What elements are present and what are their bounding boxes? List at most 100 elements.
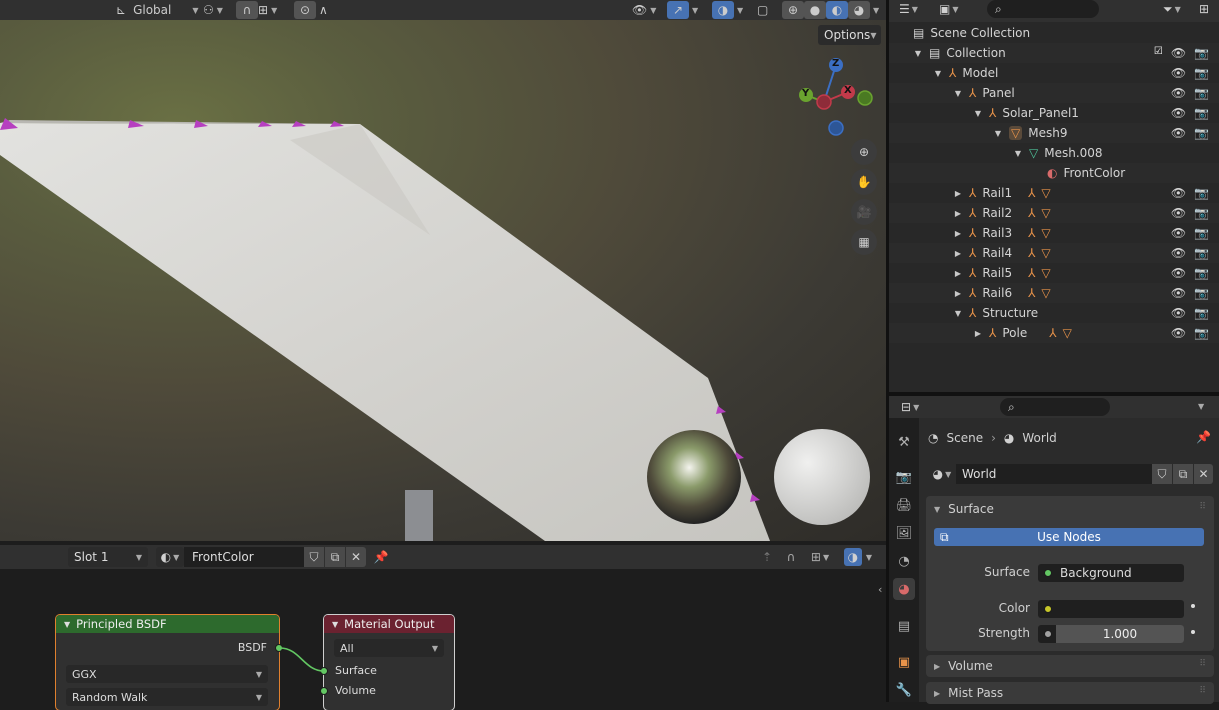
expand-triangle-icon[interactable]: ▶ xyxy=(953,249,963,258)
outliner-row-rail5[interactable]: ▶ ⅄ Rail5 ⅄ ▽ 👁 📷 xyxy=(889,263,1219,283)
outliner-row-rail2[interactable]: ▶ ⅄ Rail2 ⅄ ▽ 👁 📷 xyxy=(889,203,1219,223)
checkbox-icon[interactable]: ☑ xyxy=(1154,46,1163,60)
surface-shader-dropdown[interactable]: Background xyxy=(1038,564,1184,582)
camera-render-icon[interactable]: 📷 xyxy=(1194,306,1209,320)
distribution-dropdown[interactable]: GGX ▼ xyxy=(66,665,268,683)
expand-triangle-icon[interactable]: ▶ xyxy=(953,229,963,238)
material-slot-dropdown[interactable]: Slot 1 ▼ xyxy=(68,547,148,567)
volume-panel-header[interactable]: ▶ Volume xyxy=(934,657,993,675)
expand-triangle-icon[interactable]: ▶ xyxy=(953,289,963,298)
keyframe-dot-icon[interactable] xyxy=(1191,604,1195,608)
expand-triangle-icon[interactable]: ▼ xyxy=(933,69,943,78)
camera-render-icon[interactable]: 📷 xyxy=(1194,286,1209,300)
expand-triangle-icon[interactable]: ▼ xyxy=(1013,149,1023,158)
volume-panel[interactable]: ▶ Volume ⠿ xyxy=(926,655,1214,677)
duplicate-icon[interactable]: ⧉ xyxy=(325,547,345,567)
view-layer-tab-icon[interactable]: 🖼 xyxy=(893,522,915,544)
eye-icon[interactable]: 👁 xyxy=(1171,86,1186,100)
grid-ortho-icon[interactable]: ▦ xyxy=(851,229,877,255)
expand-triangle-icon[interactable]: ▶ xyxy=(973,329,983,338)
node-overlays-toggle[interactable]: ◑ ▼ xyxy=(840,548,876,566)
browse-world-button[interactable]: ◕ ▼ xyxy=(928,464,956,484)
expand-triangle-icon[interactable]: ▼ xyxy=(953,89,963,98)
snap-element-dropdown[interactable]: ⊞ ▼ xyxy=(806,548,834,566)
drag-handle-icon[interactable]: ⠿ xyxy=(1199,502,1206,512)
unlink-x-icon[interactable]: ✕ xyxy=(1194,464,1213,484)
mist-pass-panel[interactable]: ▶ Mist Pass ⠿ xyxy=(926,682,1214,704)
eye-icon[interactable]: 👁 xyxy=(1171,106,1186,120)
expand-triangle-icon[interactable]: ▼ xyxy=(993,129,1003,138)
zoom-icon[interactable]: ⊕ xyxy=(851,139,877,165)
eye-icon[interactable]: 👁 xyxy=(1171,126,1186,140)
outliner-row-material[interactable]: ◐ FrontColor xyxy=(889,163,1219,183)
eye-icon[interactable]: 👁 xyxy=(1171,186,1186,200)
breadcrumb-scene[interactable]: Scene xyxy=(946,431,983,445)
strength-field[interactable]: 1.000 xyxy=(1038,625,1184,643)
outliner-row-mesh9[interactable]: ▼ ▽ Mesh9 👁 📷 xyxy=(889,123,1219,143)
color-field[interactable] xyxy=(1038,600,1184,618)
snap-target-dropdown[interactable]: ⊞ ▼ xyxy=(258,1,277,19)
drag-handle-icon[interactable]: ⠿ xyxy=(1199,686,1206,696)
camera-render-icon[interactable]: 📷 xyxy=(1194,206,1209,220)
rendered-shading-icon[interactable]: ◕ xyxy=(848,1,870,19)
new-collection-icon[interactable]: ⊞ xyxy=(1194,0,1214,18)
proportional-edit-toggle[interactable]: ⊙ ∧ xyxy=(294,1,328,19)
solid-shading-icon[interactable]: ● xyxy=(804,1,826,19)
outliner-row-solar-panel[interactable]: ▼ ⅄ Solar_Panel1 👁 📷 xyxy=(889,103,1219,123)
xray-toggle[interactable]: ▢ xyxy=(757,1,768,19)
outliner-search-input[interactable]: ⌕ xyxy=(987,0,1099,18)
modifier-wrench-icon[interactable]: 🔧 xyxy=(893,679,915,701)
camera-render-icon[interactable]: 📷 xyxy=(1194,66,1209,80)
collapse-chevron-icon[interactable]: ▼ xyxy=(64,620,70,629)
eye-icon[interactable]: 👁 xyxy=(1171,286,1186,300)
camera-render-icon[interactable]: 📷 xyxy=(1194,46,1209,60)
duplicate-icon[interactable]: ⧉ xyxy=(1173,464,1193,484)
outliner-row-pole[interactable]: ▶ ⅄ Pole ⅄ ▽ 👁 📷 xyxy=(889,323,1219,343)
mist-pass-panel-header[interactable]: ▶ Mist Pass xyxy=(934,684,1003,702)
output-tab-icon[interactable]: 🖨 xyxy=(893,494,915,516)
unlink-x-icon[interactable]: ✕ xyxy=(346,547,366,567)
snap-magnet-icon[interactable]: ∩ xyxy=(782,548,800,566)
principled-node-header[interactable]: ▼ Principled BSDF xyxy=(56,615,279,633)
properties-search-input[interactable]: ⌕ xyxy=(1000,398,1110,416)
surface-panel-header[interactable]: ▼ Surface xyxy=(934,500,994,518)
expand-triangle-icon[interactable]: ▼ xyxy=(913,49,923,58)
world-tab-icon[interactable]: ◕ xyxy=(893,578,915,600)
pivot-point-dropdown[interactable]: ⚇ ▼ xyxy=(203,1,223,19)
output-target-dropdown[interactable]: All ▼ xyxy=(334,639,444,657)
filter-dropdown[interactable]: ⏷ ▼ xyxy=(1163,0,1181,18)
parent-node-tree-icon[interactable]: ⇡ xyxy=(758,548,776,566)
outliner-row-rail3[interactable]: ▶ ⅄ Rail3 ⅄ ▽ 👁 📷 xyxy=(889,223,1219,243)
camera-render-icon[interactable]: 📷 xyxy=(1194,326,1209,340)
hand-pan-icon[interactable]: ✋ xyxy=(851,169,877,195)
collection-tab-icon[interactable]: ▤ xyxy=(893,615,915,637)
outliner-row-rail6[interactable]: ▶ ⅄ Rail6 ⅄ ▽ 👁 📷 xyxy=(889,283,1219,303)
subsurface-method-dropdown[interactable]: Random Walk ▼ xyxy=(66,688,268,706)
eye-icon[interactable]: 👁 xyxy=(1171,226,1186,240)
sidebar-toggle-chevron-icon[interactable]: ‹ xyxy=(878,583,882,596)
material-name-field[interactable]: FrontColor xyxy=(184,547,304,567)
wireframe-shading-icon[interactable]: ⊕ xyxy=(782,1,804,19)
pin-icon[interactable]: 📌 xyxy=(372,547,390,567)
outliner-row-rail1[interactable]: ▶ ⅄ Rail1 ⅄ ▽ 👁 📷 xyxy=(889,183,1219,203)
3d-viewport[interactable]: ⊾ Global ▼ ⚇▼ ∩ ⊞▼ ⊙ ∧ 👁▼ ↗▼ ◑▼ ▢ ⊕ xyxy=(0,0,886,541)
drag-handle-icon[interactable]: ⠿ xyxy=(1199,659,1206,669)
overlays-toggle[interactable]: ◑ ▼ xyxy=(712,1,743,19)
options-dropdown[interactable]: Options ▼ xyxy=(818,25,881,45)
camera-render-icon[interactable]: 📷 xyxy=(1194,86,1209,100)
collapse-chevron-icon[interactable]: ▼ xyxy=(332,620,338,629)
eye-icon[interactable]: 👁 xyxy=(1171,46,1186,60)
tool-tab-icon[interactable]: ⚒ xyxy=(893,431,915,453)
breadcrumb-world[interactable]: World xyxy=(1022,431,1056,445)
eye-icon[interactable]: 👁 xyxy=(1171,66,1186,80)
camera-render-icon[interactable]: 📷 xyxy=(1194,226,1209,240)
outliner-row-model[interactable]: ▼ ⅄ Model 👁 📷 xyxy=(889,63,1219,83)
outliner-row-rail4[interactable]: ▶ ⅄ Rail4 ⅄ ▽ 👁 📷 xyxy=(889,243,1219,263)
eye-icon[interactable]: 👁 xyxy=(1171,326,1186,340)
camera-render-icon[interactable]: 📷 xyxy=(1194,106,1209,120)
world-name-field[interactable]: World xyxy=(956,464,1152,484)
output-node-header[interactable]: ▼ Material Output xyxy=(324,615,454,633)
outliner-row-mesh-data[interactable]: ▼ ▽ Mesh.008 xyxy=(889,143,1219,163)
scene-tab-icon[interactable]: ◔ xyxy=(893,550,915,572)
eye-icon[interactable]: 👁 xyxy=(1171,266,1186,280)
